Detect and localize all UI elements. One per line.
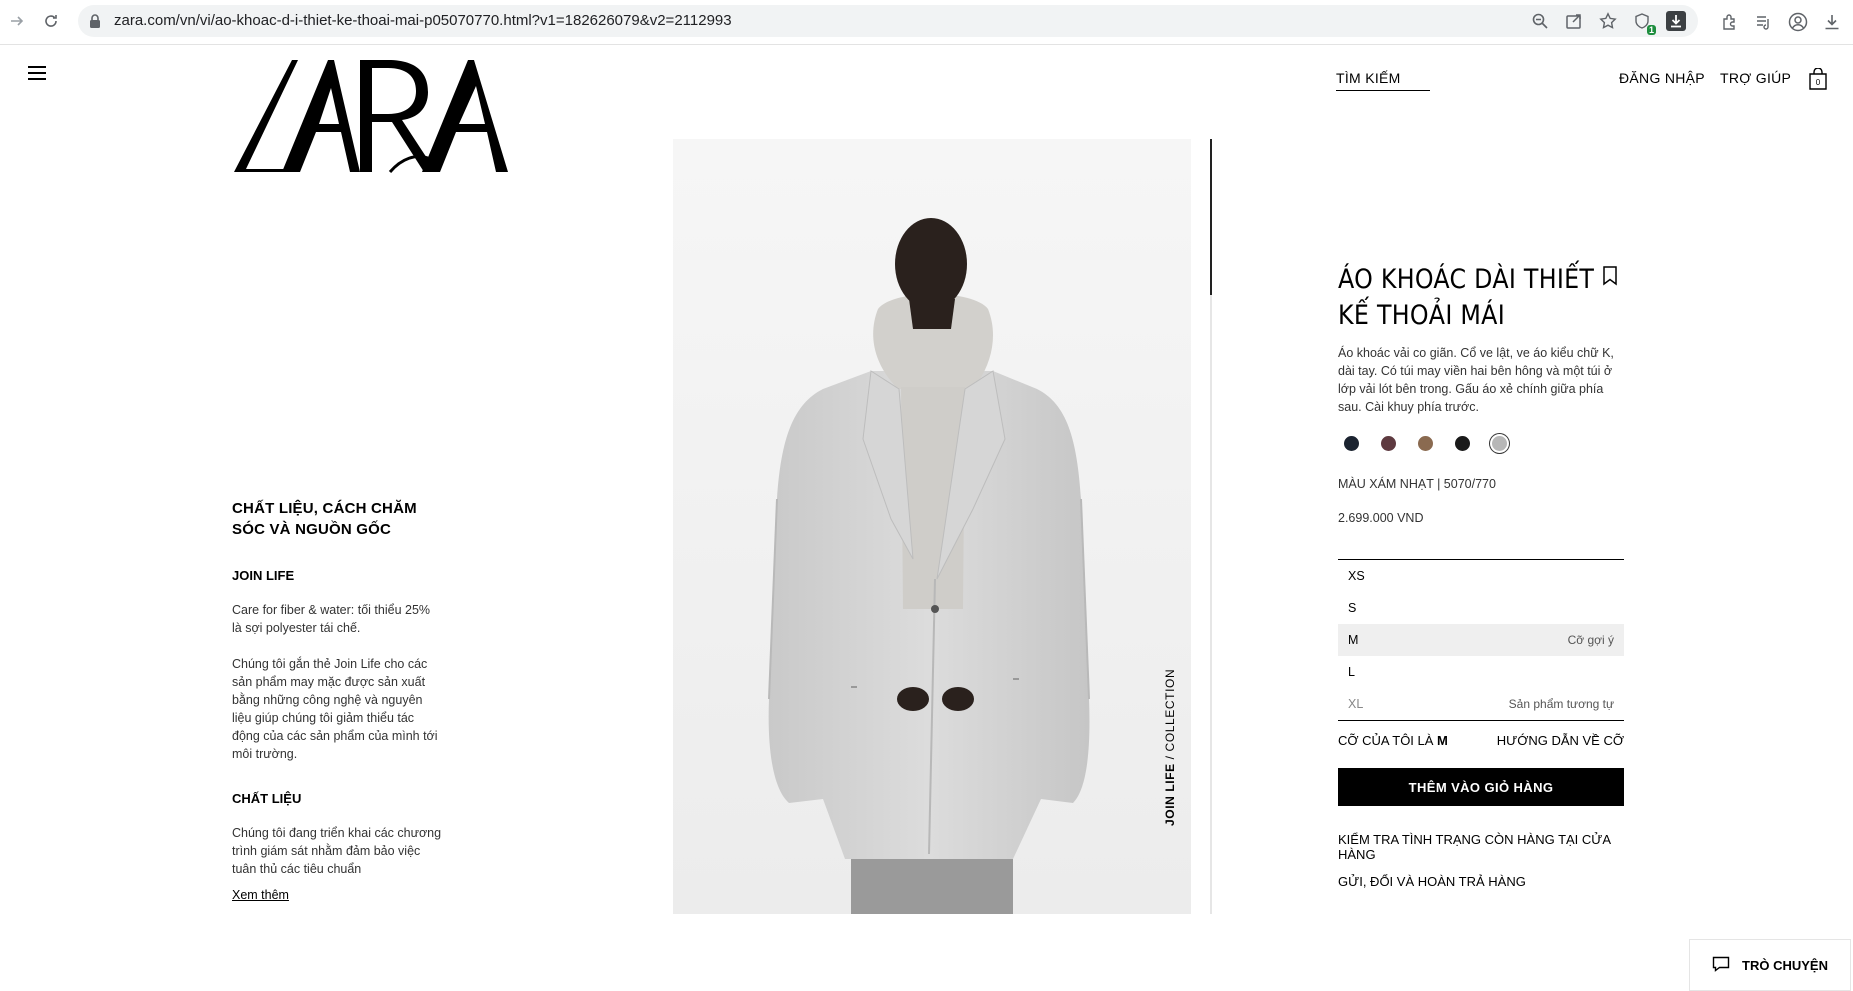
size-label: XS — [1348, 569, 1365, 583]
svg-text:0: 0 — [1816, 78, 1821, 87]
downloads-icon[interactable] — [1822, 12, 1842, 32]
chat-icon — [1712, 956, 1730, 975]
composition-care-section: CHẤT LIỆU, CÁCH CHĂM SÓC VÀ NGUỒN GỐC JO… — [232, 498, 442, 904]
url-text[interactable]: zara.com/vn/vi/ao-khoac-d-i-thiet-ke-tho… — [114, 12, 732, 29]
collection-label-bold: JOIN LIFE — [1163, 763, 1177, 826]
reload-icon[interactable] — [40, 10, 62, 32]
chat-button[interactable]: TRÒ CHUYỆN — [1689, 939, 1851, 991]
color-reference: MÀU XÁM NHẠT | 5070/770 — [1338, 477, 1496, 491]
chat-label: TRÒ CHUYỆN — [1742, 957, 1828, 973]
size-label: L — [1348, 665, 1355, 679]
shopping-bag-icon[interactable]: 0 — [1808, 67, 1828, 90]
color-swatch[interactable] — [1344, 436, 1359, 451]
material-text: Chúng tôi đang triển khai các chương trì… — [232, 826, 442, 876]
download-icon[interactable] — [1666, 11, 1686, 31]
address-bar[interactable]: zara.com/vn/vi/ao-khoac-d-i-thiet-ke-tho… — [78, 5, 1698, 37]
extension-shield-icon[interactable]: 1 — [1632, 11, 1656, 35]
browser-toolbar: zara.com/vn/vi/ao-khoac-d-i-thiet-ke-tho… — [0, 0, 1853, 45]
reading-list-icon[interactable] — [1754, 12, 1774, 32]
product-price: 2.699.000 VND — [1338, 511, 1424, 525]
joinlife-text-2: Chúng tôi gắn thẻ Join Life cho các sản … — [232, 657, 438, 761]
joinlife-text-1: Care for fiber & water: tối thiểu 25% là… — [232, 603, 431, 635]
profile-icon[interactable] — [1788, 12, 1808, 32]
size-note: Cỡ gợi ý — [1567, 633, 1614, 647]
size-selector: XS S M Cỡ gợi ý L XL Sản phẩm tương tự — [1338, 559, 1624, 721]
product-info-panel: ÁO KHOÁC DÀI THIẾT KẾ THOẢI MÁI Áo khoác… — [1338, 262, 1624, 889]
extensions-puzzle-icon[interactable] — [1720, 12, 1740, 32]
add-to-cart-button[interactable]: THÊM VÀO GIỎ HÀNG — [1338, 768, 1624, 806]
image-scroll-thumb[interactable] — [1210, 139, 1212, 295]
product-title: ÁO KHOÁC DÀI THIẾT KẾ THOẢI MÁI — [1338, 264, 1595, 331]
size-option[interactable]: XL Sản phẩm tương tự — [1338, 688, 1624, 720]
collection-label-rest: / COLLECTION — [1163, 668, 1177, 764]
size-label: XL — [1348, 697, 1364, 711]
product-description: Áo khoác vải co giãn. Cổ ve lật, ve áo k… — [1338, 346, 1614, 414]
my-size-prefix: CỠ CỦA TÔI LÀ — [1338, 733, 1438, 748]
my-size-text[interactable]: CỠ CỦA TÔI LÀ M — [1338, 733, 1448, 748]
zoom-out-icon[interactable] — [1530, 11, 1550, 31]
help-link[interactable]: TRỢ GIÚP — [1720, 70, 1791, 86]
color-selector — [1344, 436, 1624, 451]
color-swatch[interactable] — [1418, 436, 1433, 451]
color-swatch[interactable] — [1455, 436, 1470, 451]
color-swatch[interactable] — [1492, 436, 1507, 451]
see-more-link[interactable]: Xem thêm — [232, 888, 289, 902]
forward-icon[interactable] — [6, 10, 28, 32]
lock-icon[interactable] — [88, 13, 104, 29]
share-icon[interactable] — [1564, 11, 1584, 31]
section-title: CHẤT LIỆU, CÁCH CHĂM SÓC VÀ NGUỒN GỐC — [232, 500, 417, 538]
product-image[interactable] — [673, 139, 1191, 914]
zara-logo[interactable] — [232, 58, 510, 176]
menu-icon[interactable] — [28, 66, 46, 82]
size-note: Sản phẩm tương tự — [1508, 697, 1614, 711]
search-link[interactable]: TÌM KIẾM — [1336, 70, 1430, 91]
check-store-availability-link[interactable]: KIỂM TRA TÌNH TRẠNG CÒN HÀNG TẠI CỬA HÀN… — [1338, 832, 1624, 862]
extension-badge: 1 — [1646, 25, 1656, 35]
login-link[interactable]: ĐĂNG NHẬP — [1619, 70, 1705, 86]
size-label: M — [1348, 633, 1359, 647]
size-option[interactable]: S — [1338, 592, 1624, 624]
shipping-returns-link[interactable]: GỬI, ĐỔI VÀ HOÀN TRẢ HÀNG — [1338, 874, 1624, 889]
joinlife-heading: JOIN LIFE — [232, 568, 295, 583]
color-swatch[interactable] — [1381, 436, 1396, 451]
size-option[interactable]: XS — [1338, 560, 1624, 592]
size-option[interactable]: M Cỡ gợi ý — [1338, 624, 1624, 656]
star-icon[interactable] — [1598, 11, 1618, 31]
collection-label: JOIN LIFE / COLLECTION — [1163, 669, 1177, 826]
size-option[interactable]: L — [1338, 656, 1624, 688]
size-guide-link[interactable]: HƯỚNG DẪN VỀ CỠ — [1497, 733, 1624, 748]
my-size-value: M — [1437, 733, 1448, 748]
material-heading: CHẤT LIỆU — [232, 791, 302, 806]
size-label: S — [1348, 601, 1357, 615]
